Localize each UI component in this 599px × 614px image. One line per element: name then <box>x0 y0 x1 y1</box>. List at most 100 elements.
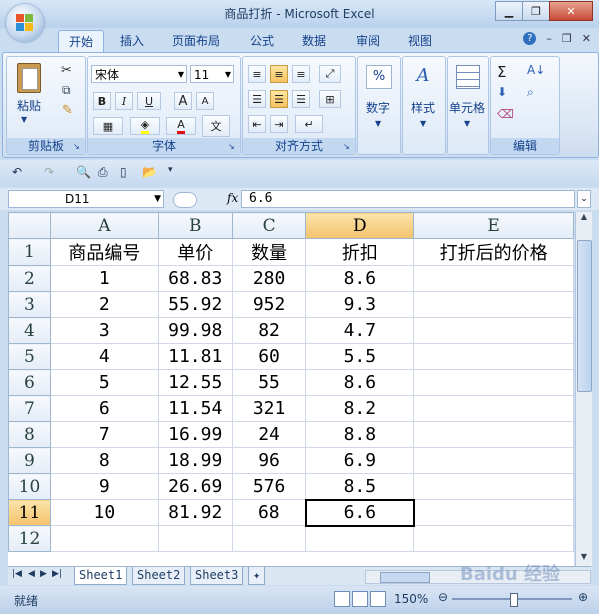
restore-button[interactable]: ❐ <box>522 1 550 21</box>
ribbon-close-icon[interactable]: ✕ <box>582 32 591 45</box>
fill-icon[interactable]: ⬇ <box>497 85 507 99</box>
first-sheet-icon[interactable]: |◀ <box>12 569 22 579</box>
help-icon[interactable]: ? <box>523 32 537 45</box>
cell[interactable] <box>49 525 159 552</box>
fill-color-button[interactable]: ◈ <box>130 117 160 135</box>
minimize-button[interactable]: ▁ <box>495 1 523 21</box>
row-header[interactable]: 5 <box>8 343 51 370</box>
cell[interactable]: 折扣 <box>305 238 415 266</box>
sheet-tab-2[interactable]: Sheet2 <box>132 567 186 585</box>
print-preview-icon[interactable]: 🔍 <box>76 165 91 179</box>
row-header[interactable]: 2 <box>8 265 51 292</box>
cell[interactable] <box>413 343 574 370</box>
cell[interactable]: 68.83 <box>157 265 233 292</box>
cell[interactable]: 8.6 <box>305 265 415 292</box>
hscroll-thumb[interactable] <box>380 572 430 583</box>
wrap-text-button[interactable]: ↵ <box>295 115 323 133</box>
cell[interactable]: 12.55 <box>157 369 233 396</box>
cell[interactable]: 单价 <box>157 238 233 266</box>
cell[interactable]: 576 <box>231 473 307 500</box>
ribbon-restore-icon[interactable]: ❐ <box>562 32 572 45</box>
cell[interactable]: 16.99 <box>157 421 233 448</box>
cell[interactable]: 18.99 <box>157 447 233 474</box>
row-header[interactable]: 6 <box>8 369 51 396</box>
prev-sheet-icon[interactable]: ◀ <box>28 569 35 579</box>
row-header[interactable]: 1 <box>8 238 51 266</box>
tab-page-layout[interactable]: 页面布局 <box>172 32 220 49</box>
column-header[interactable]: B <box>157 212 233 239</box>
cell[interactable]: 96 <box>231 447 307 474</box>
sheet-tab-3[interactable]: Sheet3 <box>190 567 244 585</box>
paste-icon[interactable] <box>17 63 41 93</box>
copy-icon[interactable]: ⧉ <box>62 83 71 98</box>
align-bottom-button[interactable]: ≡ <box>292 65 310 83</box>
sheet-tab-1[interactable]: Sheet1 <box>74 567 128 585</box>
zoom-slider[interactable] <box>452 593 572 607</box>
formula-resize-icon[interactable] <box>173 192 197 208</box>
column-header-selected[interactable]: D <box>305 212 415 239</box>
tab-home[interactable]: 开始 <box>58 30 105 53</box>
cell[interactable]: 321 <box>231 395 307 422</box>
cell[interactable]: 商品编号 <box>49 238 159 266</box>
insert-sheet-icon[interactable]: ✦ <box>248 567 266 585</box>
open-icon[interactable]: 📂 <box>142 165 157 179</box>
row-header[interactable]: 11 <box>8 499 51 526</box>
paste-dropdown-icon[interactable]: ▼ <box>21 115 27 124</box>
cell[interactable] <box>413 525 574 552</box>
increase-indent-button[interactable]: ⇥ <box>270 115 288 133</box>
scroll-up-icon[interactable]: ▲ <box>576 212 592 226</box>
cell[interactable]: 9.3 <box>305 291 415 318</box>
styles-button[interactable]: 样式 <box>411 99 435 116</box>
alignment-launcher-icon[interactable]: ↘ <box>343 142 353 152</box>
office-button[interactable] <box>6 4 44 42</box>
redo-icon[interactable]: ↷ <box>44 165 58 179</box>
bold-button[interactable]: B <box>93 92 111 110</box>
underline-button[interactable]: U <box>137 92 161 110</box>
page-break-view-icon[interactable] <box>370 591 386 607</box>
cell[interactable] <box>413 421 574 448</box>
zoom-level[interactable]: 150% <box>394 592 428 606</box>
cell[interactable]: 8.6 <box>305 369 415 396</box>
grow-font-button[interactable]: A <box>174 92 192 110</box>
print-icon[interactable]: ⎙ <box>98 165 112 179</box>
cell[interactable]: 2 <box>49 291 159 318</box>
paste-button[interactable]: 粘贴 <box>17 97 41 114</box>
cell[interactable]: 81.92 <box>157 499 233 526</box>
cell[interactable]: 24 <box>231 421 307 448</box>
italic-button[interactable]: I <box>115 92 133 110</box>
last-sheet-icon[interactable]: ▶| <box>52 569 62 579</box>
column-header[interactable]: E <box>413 212 574 239</box>
row-header[interactable]: 8 <box>8 421 51 448</box>
cell[interactable]: 952 <box>231 291 307 318</box>
shrink-font-button[interactable]: A <box>196 92 214 110</box>
cell[interactable]: 99.98 <box>157 317 233 344</box>
cell[interactable]: 数量 <box>231 238 307 266</box>
phonetic-button[interactable]: 文 <box>202 115 230 137</box>
zoom-slider-knob[interactable] <box>510 593 518 607</box>
cell[interactable]: 8.5 <box>305 473 415 500</box>
orientation-button[interactable]: ⤢ <box>319 65 341 83</box>
cell[interactable] <box>413 395 574 422</box>
zoom-in-icon[interactable]: ⊕ <box>578 590 588 604</box>
page-layout-view-icon[interactable] <box>352 591 368 607</box>
cell[interactable]: 5.5 <box>305 343 415 370</box>
cell[interactable] <box>413 317 574 344</box>
cells-button[interactable]: 单元格 <box>449 99 485 116</box>
format-painter-icon[interactable]: ✎ <box>62 103 73 118</box>
align-center-button[interactable]: ☰ <box>270 90 288 108</box>
find-select-icon[interactable]: ⌕ <box>527 85 534 100</box>
scroll-thumb[interactable] <box>577 240 592 392</box>
cell[interactable]: 7 <box>49 421 159 448</box>
cell[interactable]: 9 <box>49 473 159 500</box>
insert-function-button[interactable]: fx <box>227 191 238 205</box>
row-header[interactable]: 7 <box>8 395 51 422</box>
cell[interactable]: 1 <box>49 265 159 292</box>
autosum-button[interactable]: Σ <box>497 63 506 81</box>
border-button[interactable]: ▦ <box>93 117 123 135</box>
formula-input[interactable]: 6.6 <box>241 190 575 208</box>
cell[interactable]: 3 <box>49 317 159 344</box>
tab-formulas[interactable]: 公式 <box>250 32 274 49</box>
column-header[interactable]: A <box>49 212 159 239</box>
row-header[interactable]: 12 <box>8 525 51 552</box>
ribbon-minimize-icon[interactable]: – <box>546 32 552 45</box>
